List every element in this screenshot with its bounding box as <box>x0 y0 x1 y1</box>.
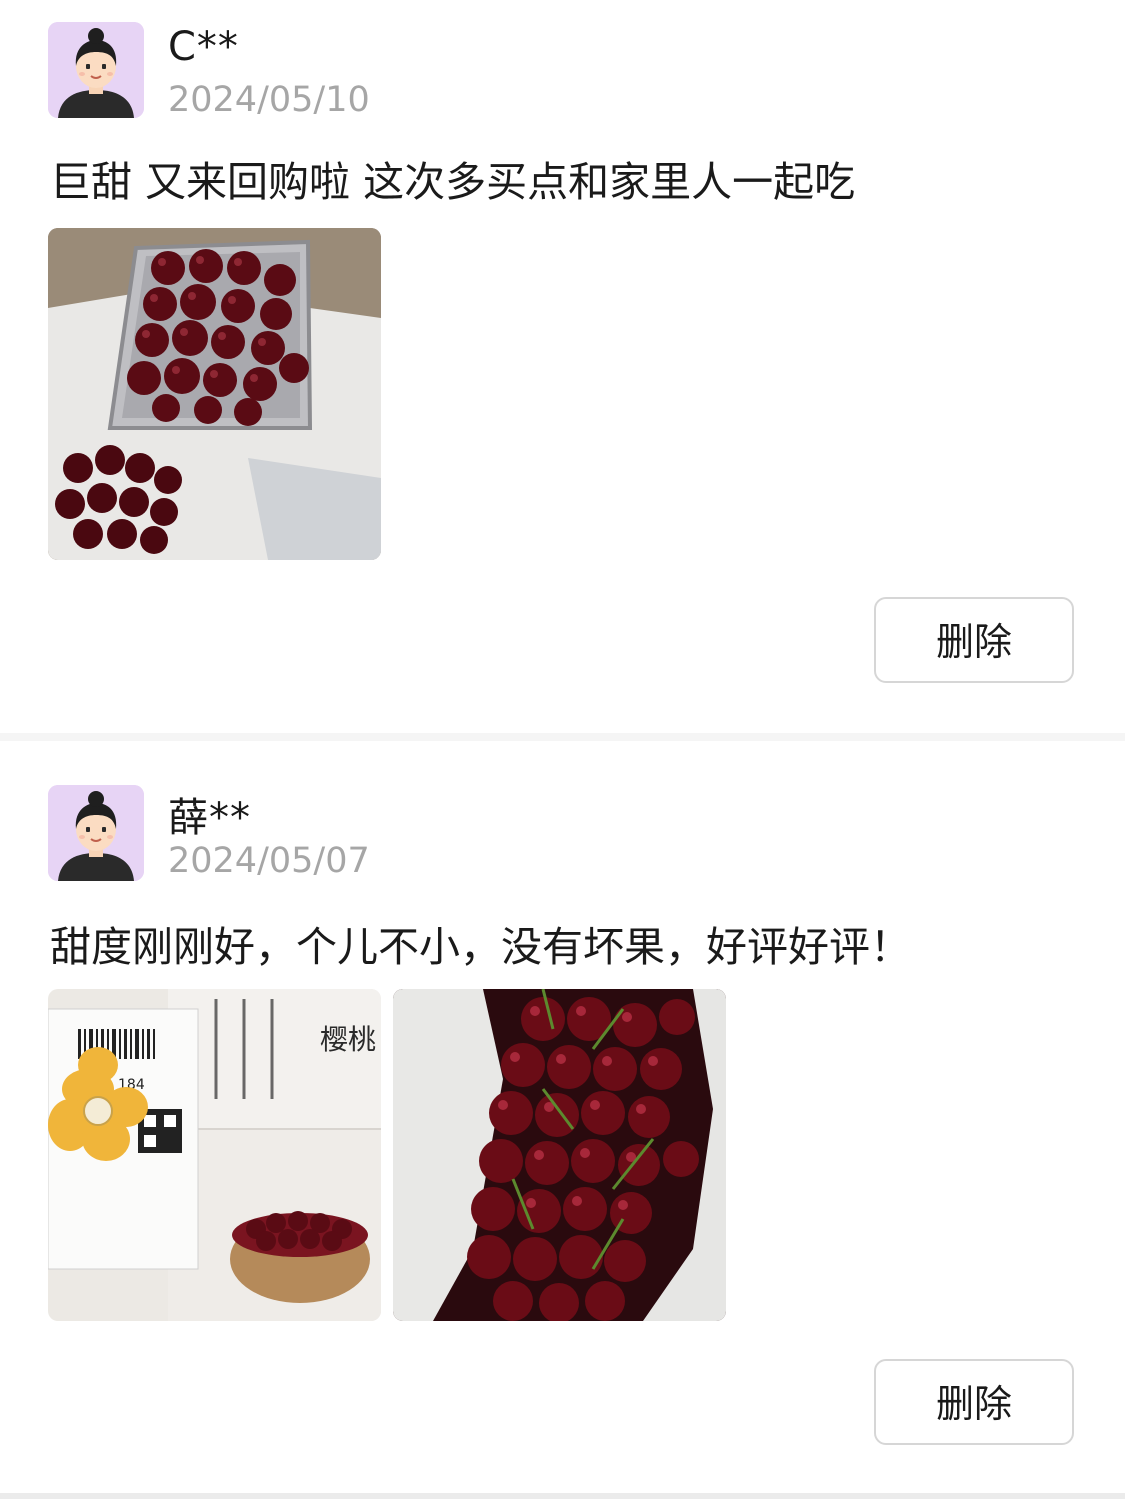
review-card: 薛** 2024/05/07 甜度刚刚好，个儿不小，没有坏果，好评好评！ 樱 桃 <box>0 741 1125 1499</box>
avatar[interactable] <box>48 785 144 881</box>
username: 薛** <box>168 795 251 841</box>
bottom-edge-bar <box>0 1493 1125 1499</box>
cherries-in-bag-photo[interactable] <box>393 989 726 1321</box>
svg-text:樱: 樱 <box>320 1023 348 1056</box>
delete-button[interactable]: 删除 <box>874 1359 1074 1445</box>
user-avatar-icon <box>48 22 144 118</box>
review-text: 巨甜 又来回购啦 这次多买点和家里人一起吃 <box>50 158 856 206</box>
avatar[interactable] <box>48 22 144 118</box>
cherries-in-metal-tray-photo[interactable] <box>48 228 381 560</box>
username: C** <box>168 24 239 70</box>
divider <box>0 733 1125 741</box>
review-card: C** 2024/05/10 巨甜 又来回购啦 这次多买点和家里人一起吃 删除 <box>0 0 1125 733</box>
svg-text:桃: 桃 <box>348 1023 376 1056</box>
user-avatar-icon <box>48 785 144 881</box>
delete-button[interactable]: 删除 <box>874 597 1074 683</box>
review-date: 2024/05/07 <box>168 841 370 881</box>
package-box-with-label-photo[interactable]: 樱 桃 184 <box>48 989 381 1321</box>
review-text: 甜度刚刚好，个儿不小，没有坏果，好评好评！ <box>50 923 911 971</box>
review-date: 2024/05/10 <box>168 80 370 120</box>
